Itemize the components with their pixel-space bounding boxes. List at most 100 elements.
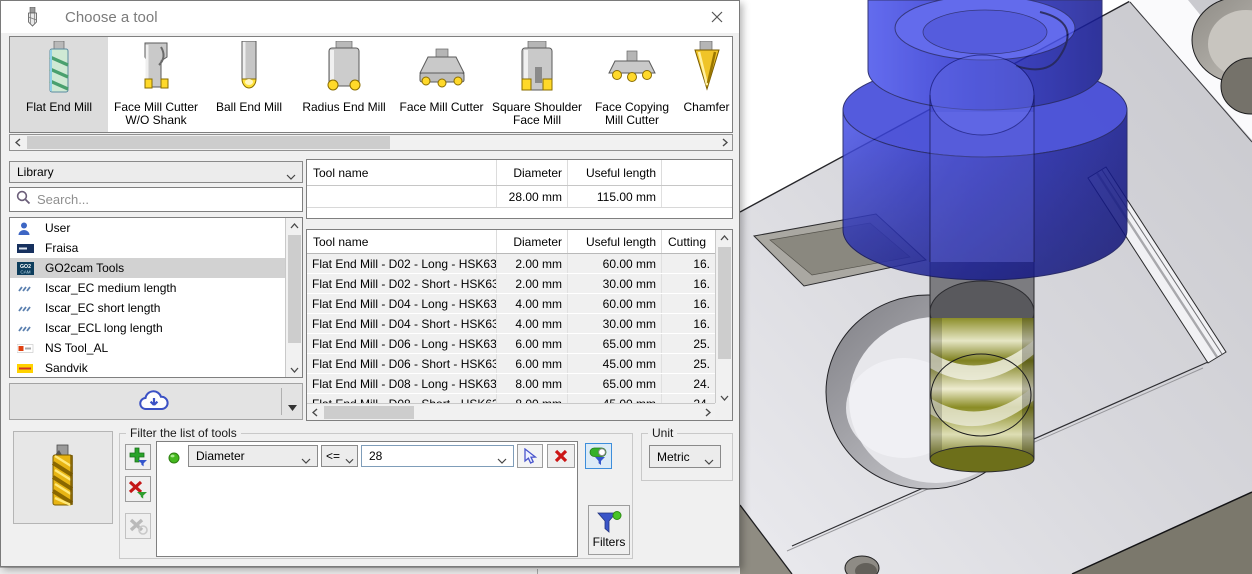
delete-filter-row-button[interactable]	[547, 444, 575, 468]
library-item-sandvik[interactable]: Sandvik	[10, 358, 285, 377]
table-row[interactable]: Flat End Mill - D04 - Long - HSK63 4.00 …	[307, 294, 715, 314]
scroll-thumb[interactable]	[288, 235, 301, 343]
filter-value-combo[interactable]: 28	[361, 445, 514, 467]
svg-text:CAM: CAM	[20, 269, 30, 274]
cell-useful-length: 45.00 mm	[568, 354, 662, 373]
cell-tool-name: Flat End Mill - D08 - Long - HSK63	[307, 374, 497, 393]
chevron-down-icon	[345, 453, 354, 467]
filter-field-value: Diameter	[196, 449, 245, 463]
column-header-diameter[interactable]: Diameter	[497, 230, 568, 253]
library-item-go2cam-tools[interactable]: GO2 CAM GO2cam Tools	[10, 258, 285, 278]
chevron-down-icon	[497, 453, 507, 467]
column-header-tool-name[interactable]: Tool name	[307, 160, 497, 185]
table-row[interactable]: Flat End Mill - D02 - Long - HSK63 2.00 …	[307, 254, 715, 274]
cell-useful-length: 30.00 mm	[568, 274, 662, 293]
remove-filter-icon	[128, 480, 147, 499]
table-row[interactable]: Flat End Mill - D06 - Long - HSK63 6.00 …	[307, 334, 715, 354]
tool-list-vscrollbar[interactable]	[715, 230, 732, 405]
tool-type-list: Flat End Mill Face Mill Cutter W/O Shank…	[9, 36, 733, 133]
column-header-useful-length[interactable]: Useful length	[568, 230, 662, 253]
cell-tool-name: Flat End Mill - D06 - Short - HSK63	[307, 354, 497, 373]
cell-tool-name: Flat End Mill - D06 - Long - HSK63	[307, 334, 497, 353]
column-header-cutting[interactable]: Cutting	[662, 230, 715, 253]
scroll-up-icon[interactable]	[717, 230, 732, 245]
search-input[interactable]	[37, 192, 296, 207]
dialog-titlebar: Choose a tool	[1, 1, 739, 33]
library-item-label: Iscar_ECL long length	[45, 321, 163, 335]
tool-type-chamfer[interactable]: Chamfer	[679, 37, 732, 132]
library-item-user[interactable]: User	[10, 218, 285, 238]
scroll-thumb[interactable]	[718, 247, 731, 359]
scroll-down-icon[interactable]	[287, 362, 302, 377]
column-header-diameter[interactable]: Diameter	[497, 160, 568, 185]
clear-filters-button-disabled[interactable]	[125, 513, 151, 539]
tool-type-label: Square Shoulder Face Mill	[491, 100, 583, 127]
scroll-left-icon[interactable]	[10, 135, 25, 150]
chevron-down-icon	[286, 169, 296, 183]
search-box	[9, 187, 303, 212]
flat-end-mill-icon	[10, 39, 108, 101]
library-dropdown[interactable]: Library	[9, 161, 303, 183]
filter-enabled-dot[interactable]	[168, 451, 180, 469]
tool-type-label: Chamfer	[683, 100, 730, 114]
tool-type-face-mill-wo-shank[interactable]: Face Mill Cutter W/O Shank	[108, 37, 204, 132]
library-list-scrollbar[interactable]	[285, 218, 302, 377]
library-item-label: User	[45, 221, 71, 235]
choose-tool-dialog: Choose a tool Flat End Mill Face Mill Cu…	[0, 0, 740, 567]
cell-useful-length: 60.00 mm	[568, 294, 662, 313]
square-shoulder-face-mill-icon	[489, 39, 585, 101]
library-item-iscar-ec-short[interactable]: Iscar_EC short length	[10, 298, 285, 318]
tool-type-face-mill-cutter[interactable]: Face Mill Cutter	[394, 37, 489, 132]
column-header-useful-length[interactable]: Useful length	[568, 160, 662, 185]
unit-value: Metric	[657, 449, 690, 464]
machining-scene	[739, 0, 1252, 574]
3d-viewport[interactable]	[739, 0, 1252, 574]
unit-dropdown[interactable]: Metric	[649, 445, 721, 468]
tool-type-ball-end-mill[interactable]: Ball End Mill	[204, 37, 294, 132]
user-icon	[17, 222, 36, 235]
tool-type-scrollbar[interactable]	[9, 134, 733, 151]
scroll-left-icon[interactable]	[307, 405, 322, 420]
column-header-tool-name[interactable]: Tool name	[307, 230, 497, 253]
gold-end-mill-image	[51, 444, 74, 506]
scroll-right-icon[interactable]	[717, 135, 732, 150]
scroll-up-icon[interactable]	[287, 218, 302, 233]
library-item-fraisa[interactable]: Fraisa	[10, 238, 285, 258]
tool-list-hscrollbar[interactable]	[307, 403, 715, 420]
filter-operator-dropdown[interactable]: <=	[321, 445, 358, 467]
filter-field-dropdown[interactable]: Diameter	[188, 445, 318, 467]
library-item-ns-tool-al[interactable]: NS Tool_AL	[10, 338, 285, 358]
filter-operator-value: <=	[326, 449, 341, 463]
dropdown-caret-icon[interactable]	[288, 398, 297, 416]
close-icon[interactable]	[703, 5, 731, 29]
tool-type-face-copying-mill-cutter[interactable]: Face Copying Mill Cutter	[585, 37, 679, 132]
add-filter-button[interactable]	[125, 444, 151, 470]
cell-diameter: 6.00 mm	[497, 354, 568, 373]
filters-button[interactable]: Filters	[588, 505, 630, 555]
chamfer-mill-icon	[679, 39, 732, 101]
table-row[interactable]: Flat End Mill - D08 - Long - HSK63 8.00 …	[307, 374, 715, 394]
scroll-thumb[interactable]	[27, 136, 390, 149]
library-dropdown-label: Library	[17, 165, 54, 179]
filter-toggle-button[interactable]	[585, 443, 612, 469]
download-library-button[interactable]	[9, 383, 303, 420]
cell-tool-name: Flat End Mill - D04 - Short - HSK63	[307, 314, 497, 333]
scroll-right-icon[interactable]	[700, 405, 715, 420]
table-row[interactable]: Flat End Mill - D06 - Short - HSK63 6.00…	[307, 354, 715, 374]
cell-cutting: 25.	[693, 336, 710, 351]
selected-tool-row[interactable]: 28.00 mm 115.00 mm	[307, 186, 732, 208]
tool-type-radius-end-mill[interactable]: Radius End Mill	[294, 37, 394, 132]
scroll-thumb[interactable]	[324, 406, 414, 419]
library-item-iscar-ecl-long[interactable]: Iscar_ECL long length	[10, 318, 285, 338]
library-list: User Fraisa GO2 CAM GO2cam Tools Iscar_EC…	[9, 217, 303, 378]
library-item-iscar-ec-medium[interactable]: Iscar_EC medium length	[10, 278, 285, 298]
tool-type-flat-end-mill[interactable]: Flat End Mill	[10, 37, 108, 132]
table-row[interactable]: Flat End Mill - D04 - Short - HSK63 4.00…	[307, 314, 715, 334]
remove-filter-button[interactable]	[125, 476, 151, 502]
tool-type-label: Ball End Mill	[215, 100, 283, 114]
pick-value-button[interactable]	[517, 444, 543, 468]
cell-diameter: 2.00 mm	[497, 274, 568, 293]
tool-list-table: Tool name Diameter Useful length Cutting…	[306, 229, 733, 421]
tool-type-square-shoulder-face-mill[interactable]: Square Shoulder Face Mill	[489, 37, 585, 132]
table-row[interactable]: Flat End Mill - D02 - Short - HSK63 2.00…	[307, 274, 715, 294]
